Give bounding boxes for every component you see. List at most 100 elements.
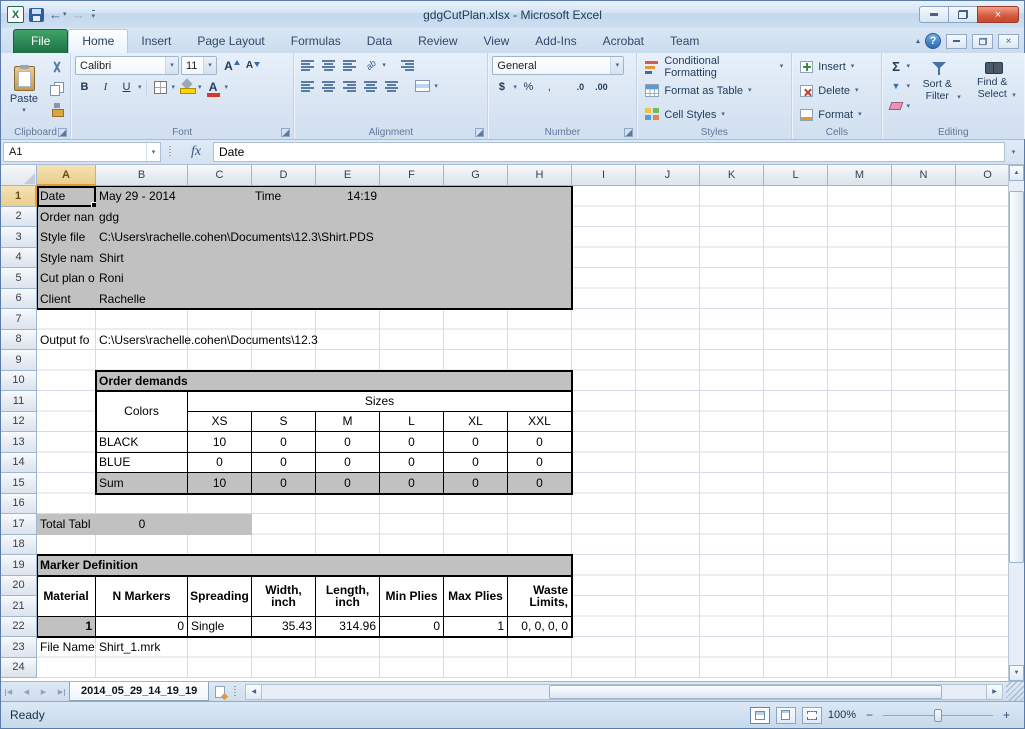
shrink-font-button[interactable]: A — [240, 57, 259, 75]
help-button[interactable]: ? — [925, 33, 941, 49]
workbook-restore-button[interactable] — [972, 34, 993, 49]
expand-formula-bar-button[interactable]: ▾ — [1005, 142, 1022, 162]
column-header-M[interactable]: M — [828, 165, 892, 186]
align-middle-button[interactable] — [319, 56, 338, 74]
autosum-button[interactable]: Σ — [886, 57, 905, 75]
redo-button[interactable]: → — [72, 7, 85, 22]
row-header-9[interactable]: 9 — [1, 350, 37, 371]
row-header-19[interactable]: 19 — [1, 555, 37, 576]
orientation-button[interactable]: ab — [361, 56, 380, 74]
insert-cells-button[interactable]: Insert ▾ — [796, 56, 877, 77]
close-button[interactable]: × — [977, 6, 1019, 23]
ribbon-tab-review[interactable]: Review — [405, 30, 470, 53]
formula-input[interactable]: Date — [213, 142, 1005, 162]
horizontal-scrollbar[interactable]: ◀ ▶ — [245, 684, 1003, 700]
excel-logo-icon[interactable]: X — [7, 6, 24, 23]
align-top-button[interactable] — [298, 56, 317, 74]
ribbon-tab-page-layout[interactable]: Page Layout — [184, 30, 277, 53]
zoom-slider-thumb[interactable] — [934, 709, 942, 722]
resize-grip[interactable] — [1006, 682, 1024, 701]
cell-D15[interactable]: 0 — [252, 473, 316, 494]
chevron-down-icon[interactable]: ▾ — [610, 57, 623, 74]
cell-C20[interactable]: Spreading — [188, 576, 252, 617]
cell-B20[interactable]: N Markers — [96, 576, 188, 617]
cell-C15[interactable]: 10 — [188, 473, 252, 494]
cell-H22[interactable]: 0, 0, 0, 0 — [508, 617, 572, 638]
chevron-down-icon[interactable]: ▾ — [165, 57, 178, 74]
chevron-down-icon[interactable]: ▾ — [513, 84, 517, 91]
cell-B3[interactable]: C:\Users\rachelle.cohen\Documents\12.3\S… — [96, 227, 188, 248]
chevron-down-icon[interactable]: ▾ — [198, 84, 202, 91]
zoom-out-button[interactable]: − — [862, 708, 877, 723]
column-header-J[interactable]: J — [636, 165, 700, 186]
row-header-10[interactable]: 10 — [1, 371, 37, 392]
workbook-minimize-button[interactable] — [946, 34, 967, 49]
bold-button[interactable]: B — [75, 78, 94, 96]
row-header-17[interactable]: 17 — [1, 514, 37, 535]
cell-D13[interactable]: 0 — [252, 432, 316, 453]
cell-B13[interactable]: BLACK — [96, 432, 188, 453]
cell-C13[interactable]: 10 — [188, 432, 252, 453]
number-format-select[interactable]: General▾ — [492, 56, 624, 75]
format-as-table-button[interactable]: Format as Table ▾ — [641, 80, 787, 101]
name-box[interactable]: A1▾ — [3, 142, 161, 162]
minimize-ribbon-button[interactable]: ▾ — [916, 37, 920, 46]
cell-B2[interactable]: gdg — [96, 207, 188, 228]
vertical-scrollbar[interactable]: ▲ ▼ — [1008, 165, 1024, 681]
view-page-break-button[interactable] — [802, 707, 822, 724]
cell-E13[interactable]: 0 — [316, 432, 380, 453]
cell-A20[interactable]: Material — [37, 576, 96, 617]
column-header-L[interactable]: L — [764, 165, 828, 186]
cell-H12[interactable]: XXL — [508, 412, 572, 433]
select-all-button[interactable] — [1, 165, 37, 186]
workbook-close-button[interactable]: × — [998, 34, 1019, 49]
vertical-scroll-thumb[interactable] — [1009, 191, 1024, 563]
cell-B1[interactable]: May 29 - 2014 — [96, 186, 188, 207]
row-header-1[interactable]: 1 — [1, 186, 37, 207]
chevron-down-icon[interactable]: ▾ — [146, 143, 160, 161]
underline-button[interactable]: U — [117, 78, 136, 96]
cell-D14[interactable]: 0 — [252, 453, 316, 474]
column-header-G[interactable]: G — [444, 165, 508, 186]
column-header-K[interactable]: K — [700, 165, 764, 186]
cell-B10[interactable]: Order demands — [96, 371, 572, 392]
cell-G13[interactable]: 0 — [444, 432, 508, 453]
row-header-18[interactable]: 18 — [1, 535, 37, 556]
row-header-21[interactable]: 21 — [1, 596, 37, 617]
font-dialog-launcher-icon[interactable] — [281, 128, 290, 137]
ribbon-tab-insert[interactable]: Insert — [128, 30, 184, 53]
wrap-text-button[interactable] — [398, 56, 417, 74]
scroll-right-button[interactable]: ▶ — [986, 685, 1002, 699]
cell-A6[interactable]: Client — [37, 289, 96, 310]
conditional-formatting-button[interactable]: Conditional Formatting ▾ — [641, 56, 787, 77]
chevron-down-icon[interactable]: ▾ — [203, 57, 216, 74]
increase-decimal-button[interactable]: .0 — [571, 78, 590, 96]
row-header-2[interactable]: 2 — [1, 207, 37, 228]
ribbon-tab-file[interactable]: File — [13, 29, 68, 53]
row-header-11[interactable]: 11 — [1, 391, 37, 412]
cell-C14[interactable]: 0 — [188, 453, 252, 474]
cell-G12[interactable]: XL — [444, 412, 508, 433]
cell-A17[interactable]: Total Tabl — [37, 514, 96, 535]
align-left-button[interactable] — [298, 77, 317, 95]
cell-D22[interactable]: 35.43 — [252, 617, 316, 638]
align-right-button[interactable] — [340, 77, 359, 95]
insert-function-button[interactable]: fx — [179, 142, 213, 162]
next-sheet-button[interactable]: ▶ — [35, 682, 52, 701]
grow-font-button[interactable]: A — [219, 57, 238, 75]
column-header-H[interactable]: H — [508, 165, 572, 186]
cell-F20[interactable]: Min Plies — [380, 576, 444, 617]
undo-button[interactable]: ←▾ — [49, 7, 67, 22]
ribbon-tab-formulas[interactable]: Formulas — [278, 30, 354, 53]
cut-button[interactable] — [47, 58, 66, 76]
accounting-format-button[interactable]: $ — [492, 78, 511, 96]
ribbon-tab-team[interactable]: Team — [657, 30, 712, 53]
merge-center-button[interactable] — [413, 77, 432, 95]
cell-H13[interactable]: 0 — [508, 432, 572, 453]
chevron-down-icon[interactable]: ▾ — [434, 83, 438, 90]
column-header-C[interactable]: C — [188, 165, 252, 186]
cell-E12[interactable]: M — [316, 412, 380, 433]
column-header-N[interactable]: N — [892, 165, 956, 186]
find-select-button[interactable]: Find & Select▾ — [968, 56, 1020, 124]
cell-D20[interactable]: Width, inch — [252, 576, 316, 617]
